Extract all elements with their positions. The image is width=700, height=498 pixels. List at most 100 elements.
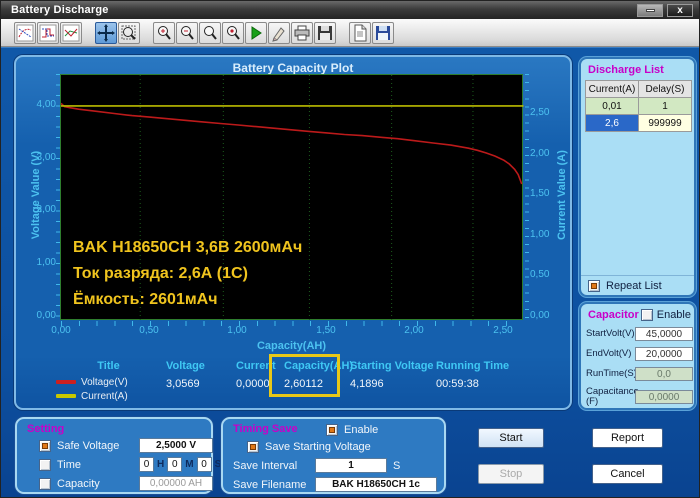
time-minutes-input[interactable] — [167, 457, 183, 472]
toolbar — [1, 19, 699, 47]
safe-voltage-input[interactable] — [139, 438, 213, 453]
save-starting-voltage-checkbox[interactable] — [247, 441, 259, 453]
repeat-list-label: Repeat List — [606, 279, 662, 292]
endvolt-field: EndVolt(V) — [586, 347, 693, 361]
zoom-out-icon — [181, 25, 194, 40]
y-right-tick: 1,00 — [530, 229, 550, 240]
zoom-region-button[interactable] — [118, 21, 140, 44]
chart-annotation: BAK H18650CH 3,6В 2600мАч Ток разряда: 2… — [73, 239, 303, 308]
x-tick: 2,00 — [404, 325, 424, 336]
run-icon — [251, 25, 262, 40]
capacitor-enable-checkbox[interactable] — [640, 309, 653, 321]
save-filename-label: Save Filename — [233, 478, 307, 491]
repeat-list-row: Repeat List — [581, 275, 694, 295]
cell-delay[interactable]: 999999 — [638, 114, 692, 132]
voltagev-series-line — [60, 102, 523, 185]
chart-area[interactable]: BAK H18650CH 3,6В 2600мАч Ток разряда: 2… — [60, 74, 524, 321]
startvolt-field: StartVolt(V) — [586, 327, 693, 341]
step-plot-icon — [39, 24, 57, 41]
curve-plot-button[interactable] — [14, 21, 36, 44]
capacity-checkbox[interactable] — [39, 477, 51, 490]
legend-item: Voltage(V) — [56, 375, 128, 389]
timing-save-title: Timing Save — [233, 423, 298, 435]
table-row[interactable]: 2,6 999999 — [585, 114, 692, 132]
startvolt-input[interactable] — [635, 327, 693, 341]
plot-panel: Battery Capacity Plot BAK H18650CH 3,6В … — [14, 55, 572, 410]
safe-voltage-checkbox[interactable] — [39, 439, 51, 452]
starting-voltage-value: 4,1896 — [350, 378, 384, 390]
y-left-tick: 1,00 — [36, 257, 56, 268]
cancel-button[interactable]: Cancel — [592, 464, 663, 484]
y-right-tick: 0,00 — [530, 310, 550, 321]
zoom-in-icon — [158, 25, 171, 40]
stats-title-column: Title — [56, 360, 161, 372]
save-data-button[interactable] — [372, 21, 394, 44]
capacitor-title: Capacitor — [588, 309, 639, 321]
titlebar[interactable]: Battery Discharge x — [1, 1, 699, 19]
minimize-button[interactable] — [637, 4, 663, 17]
zoom-window-button[interactable] — [199, 21, 221, 44]
y-right-tick: 0,50 — [530, 269, 550, 280]
stats-running-time: Running Time 00:59:38 — [436, 360, 524, 390]
start-button[interactable]: Start — [478, 428, 544, 448]
report-doc-icon — [354, 24, 367, 41]
capacity-highlight-box — [269, 354, 340, 397]
left-axis-minor-ticks — [56, 74, 60, 320]
zoom-region-icon — [121, 25, 136, 40]
save-interval-label: Save Interval — [233, 459, 298, 472]
time-label: Time — [57, 458, 82, 471]
line-plot-button[interactable] — [60, 21, 82, 44]
cell-current[interactable]: 0,01 — [585, 97, 639, 115]
repeat-list-checkbox[interactable] — [588, 279, 600, 292]
current-series-swatch — [56, 394, 76, 398]
capacitance-input — [635, 390, 693, 404]
stop-button[interactable]: Stop — [478, 464, 544, 484]
erase-button[interactable] — [268, 21, 290, 44]
save-button[interactable] — [314, 21, 336, 44]
save-starting-voltage-label: Save Starting Voltage — [265, 441, 371, 453]
report-doc-button[interactable] — [349, 21, 371, 44]
run-button[interactable] — [245, 21, 267, 44]
time-seconds-input[interactable] — [196, 457, 212, 472]
close-button[interactable]: x — [667, 4, 693, 17]
y-left-axis-label: Voltage Value (V) — [30, 150, 42, 240]
curve-plot-icon — [16, 24, 34, 41]
cell-current-selected[interactable]: 2,6 — [585, 114, 639, 132]
stats-header-title: Title — [97, 360, 120, 372]
capacity-input[interactable] — [139, 476, 213, 491]
zoom-out-button[interactable] — [176, 21, 198, 44]
voltage-series-swatch — [56, 380, 76, 384]
cell-delay[interactable]: 1 — [638, 97, 692, 115]
y-left-tick: 4,00 — [36, 99, 56, 110]
step-plot-button[interactable] — [37, 21, 59, 44]
x-tick: 1,50 — [316, 325, 336, 336]
report-button[interactable]: Report — [592, 428, 663, 448]
zoom-reset-button[interactable] — [222, 21, 244, 44]
zoom-in-button[interactable] — [153, 21, 175, 44]
discharge-list-panel: Discharge List Current(A) Delay(S) 0,01 … — [579, 57, 696, 297]
pan-crosshair-button[interactable] — [95, 21, 117, 44]
column-header-current[interactable]: Current(A) — [585, 80, 639, 98]
save-filename-input[interactable] — [315, 477, 437, 492]
column-header-delay[interactable]: Delay(S) — [638, 80, 692, 98]
voltage-value: 3,0569 — [166, 378, 200, 390]
time-checkbox[interactable] — [39, 458, 51, 471]
print-button[interactable] — [291, 21, 313, 44]
save-interval-input[interactable] — [315, 458, 387, 473]
battery-discharge-window: Battery Discharge x Battery Capacity Plo… — [0, 0, 700, 498]
table-row[interactable]: 0,01 1 — [585, 97, 692, 115]
print-icon — [294, 25, 310, 40]
x-tick: 0,50 — [139, 325, 159, 336]
endvolt-input[interactable] — [635, 347, 693, 361]
x-tick: 0,00 — [51, 325, 71, 336]
pan-crosshair-icon — [97, 23, 115, 42]
zoom-reset-icon — [227, 25, 240, 40]
setting-panel: Setting Safe Voltage Time H M S Capacity — [15, 417, 221, 494]
time-hours-input[interactable] — [139, 457, 154, 472]
zoom-window-icon — [204, 25, 217, 40]
x-axis-label: Capacity(AH) — [256, 340, 327, 352]
legend-item: Current(A) — [56, 389, 128, 403]
timing-save-enable-checkbox[interactable] — [326, 424, 338, 436]
chart-legend: Voltage(V) Current(A) — [56, 375, 128, 403]
stats-voltage: Voltage 3,0569 — [166, 360, 236, 390]
